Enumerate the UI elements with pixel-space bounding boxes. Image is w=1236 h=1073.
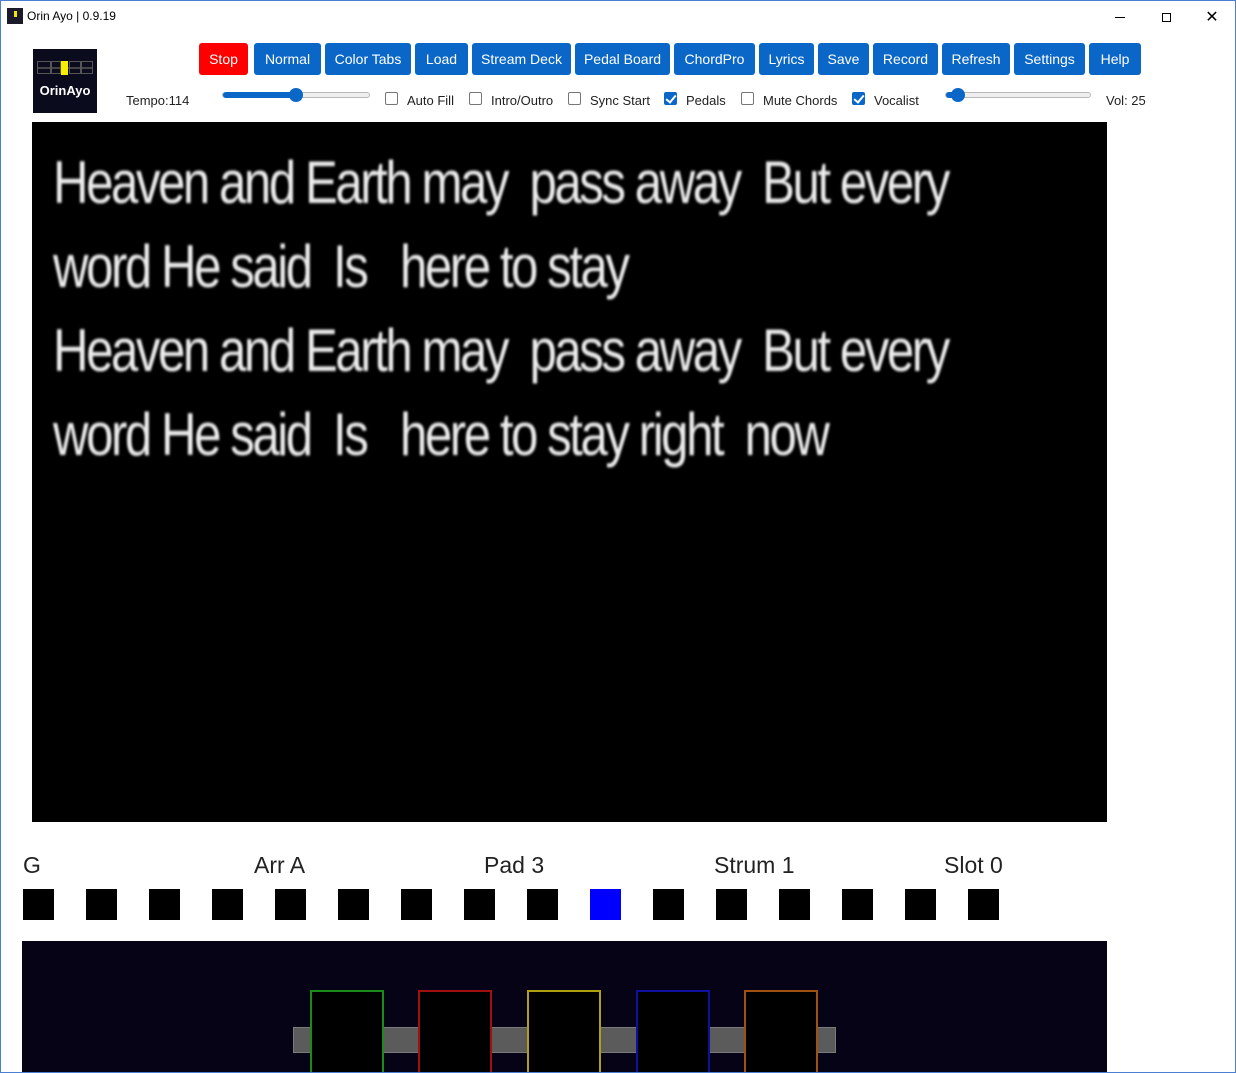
pad-14[interactable] bbox=[842, 889, 873, 920]
pad-12[interactable] bbox=[716, 889, 747, 920]
vocalist-checkbox[interactable] bbox=[852, 92, 865, 105]
pad-6[interactable] bbox=[338, 889, 369, 920]
tempo-label: Tempo:114 bbox=[126, 93, 190, 108]
intro-outro-checkbox[interactable] bbox=[469, 92, 482, 105]
close-icon: ✕ bbox=[1205, 7, 1219, 26]
lyric-line: word He said Is here to stay right now bbox=[53, 401, 830, 468]
stop-button[interactable]: Stop bbox=[199, 43, 248, 75]
pedal-1[interactable] bbox=[310, 990, 384, 1072]
pad-7[interactable] bbox=[401, 889, 432, 920]
pad-9[interactable] bbox=[527, 889, 558, 920]
lyric-line: word He said Is here to stay bbox=[53, 233, 630, 300]
tempo-slider[interactable] bbox=[222, 88, 370, 102]
vocalist-label: Vocalist bbox=[874, 93, 919, 108]
pad-2[interactable] bbox=[86, 889, 117, 920]
stream-deck-button[interactable]: Stream Deck bbox=[472, 43, 571, 75]
tempo-slider-fill bbox=[223, 92, 296, 98]
pad-13[interactable] bbox=[779, 889, 810, 920]
pad-3[interactable] bbox=[149, 889, 180, 920]
app-icon bbox=[7, 8, 23, 24]
pedals-label: Pedals bbox=[686, 93, 726, 108]
chordpro-button[interactable]: ChordPro bbox=[674, 43, 755, 75]
logo-text: OrinAyo bbox=[39, 83, 91, 98]
record-button[interactable]: Record bbox=[873, 43, 938, 75]
minimize-button[interactable] bbox=[1097, 1, 1143, 33]
strum-status: Strum 1 bbox=[714, 852, 795, 878]
pedal-3[interactable] bbox=[527, 990, 601, 1072]
lyric-line: Heaven and Earth may pass away But every bbox=[53, 317, 950, 384]
load-button[interactable]: Load bbox=[415, 43, 468, 75]
refresh-button[interactable]: Refresh bbox=[942, 43, 1010, 75]
pedal-2[interactable] bbox=[418, 990, 492, 1072]
save-button[interactable]: Save bbox=[818, 43, 869, 75]
pad-15[interactable] bbox=[905, 889, 936, 920]
pad-4[interactable] bbox=[212, 889, 243, 920]
lyric-line: Heaven and Earth may pass away But every bbox=[53, 149, 950, 216]
sync-start-checkbox[interactable] bbox=[568, 92, 581, 105]
maximize-button[interactable] bbox=[1143, 1, 1189, 33]
pedals-checkbox[interactable] bbox=[664, 92, 677, 105]
pedal-4[interactable] bbox=[636, 990, 710, 1072]
pad-1[interactable] bbox=[23, 889, 54, 920]
logo-fret bbox=[37, 61, 51, 74]
pad-5[interactable] bbox=[275, 889, 306, 920]
mute-chords-checkbox[interactable] bbox=[741, 92, 754, 105]
pad-status: Pad 3 bbox=[484, 852, 545, 878]
slot-status: Slot 0 bbox=[944, 852, 1003, 878]
lyrics-button[interactable]: Lyrics bbox=[759, 43, 814, 75]
pedal-5[interactable] bbox=[744, 990, 818, 1072]
logo-marker bbox=[61, 61, 68, 75]
chord-status: G bbox=[23, 852, 41, 878]
pad-16[interactable] bbox=[968, 889, 999, 920]
window-title: Orin Ayo | 0.9.19 bbox=[27, 9, 116, 23]
pedal-board-display bbox=[22, 941, 1107, 1072]
auto-fill-label: Auto Fill bbox=[407, 93, 454, 108]
intro-outro-label: Intro/Outro bbox=[491, 93, 554, 108]
tempo-slider-thumb[interactable] bbox=[289, 88, 303, 102]
settings-button[interactable]: Settings bbox=[1014, 43, 1085, 75]
lyrics-display: Heaven and Earth may pass away But every… bbox=[32, 122, 1107, 822]
pedal-board-button[interactable]: Pedal Board bbox=[575, 43, 670, 75]
logo-fret bbox=[81, 61, 93, 74]
volume-slider-thumb[interactable] bbox=[951, 88, 965, 102]
pad-8[interactable] bbox=[464, 889, 495, 920]
app-window: Orin Ayo | 0.9.19 ✕ OrinAyo Stop Normal … bbox=[0, 0, 1236, 1073]
title-bar: Orin Ayo | 0.9.19 ✕ bbox=[1, 1, 1235, 33]
maximize-icon bbox=[1161, 12, 1171, 22]
logo-fret bbox=[69, 61, 81, 74]
help-button[interactable]: Help bbox=[1089, 43, 1141, 75]
minimize-icon bbox=[1115, 16, 1125, 18]
sync-start-label: Sync Start bbox=[590, 93, 650, 108]
pad-11[interactable] bbox=[653, 889, 684, 920]
color-tabs-button[interactable]: Color Tabs bbox=[325, 43, 411, 75]
pad-10[interactable] bbox=[590, 889, 621, 920]
arrangement-status: Arr A bbox=[254, 852, 306, 878]
logo-fret bbox=[51, 61, 61, 74]
mute-chords-label: Mute Chords bbox=[763, 93, 838, 108]
normal-button[interactable]: Normal bbox=[254, 43, 321, 75]
volume-slider[interactable] bbox=[945, 88, 1091, 102]
volume-label: Vol: 25 bbox=[1106, 93, 1146, 108]
close-button[interactable]: ✕ bbox=[1189, 1, 1235, 33]
auto-fill-checkbox[interactable] bbox=[385, 92, 398, 105]
app-logo: OrinAyo bbox=[33, 49, 97, 113]
